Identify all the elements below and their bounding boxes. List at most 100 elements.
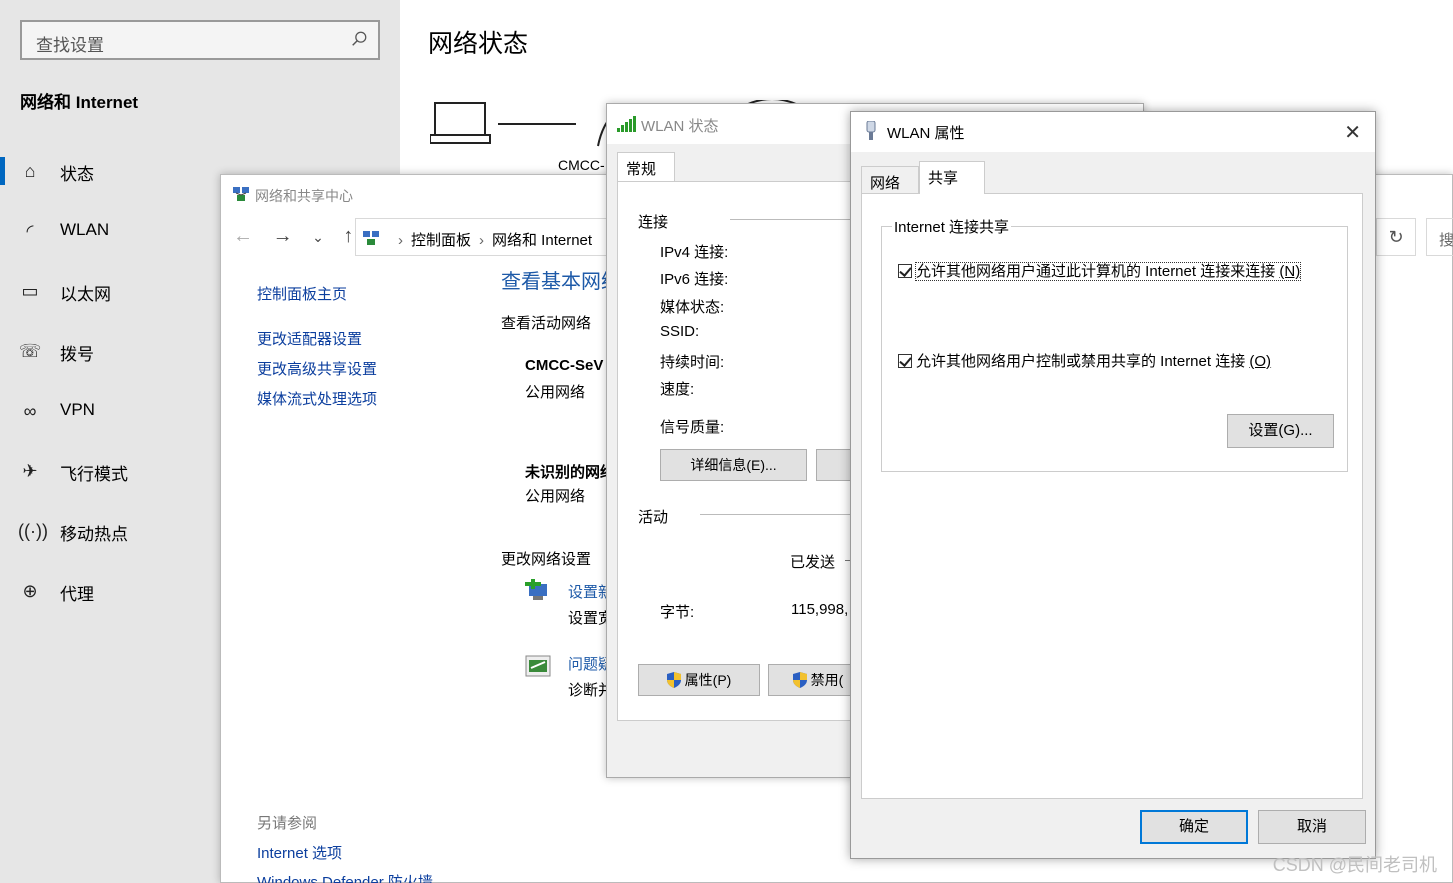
disable-button-label: 禁用( (810, 672, 844, 688)
title-bar: WLAN 属性 ✕ (851, 112, 1375, 152)
search-icon (352, 31, 367, 46)
sidebar-item-label: 以太网 (60, 285, 111, 304)
search-input[interactable]: 搜 (1426, 218, 1453, 256)
cancel-button[interactable]: 取消 (1258, 810, 1366, 844)
refresh-button[interactable]: ↻ (1376, 218, 1416, 256)
sidebar-item-label: WLAN (60, 220, 110, 239)
sidebar-item-label: VPN (60, 400, 95, 419)
watermark: CSDN @民间老司机 (1272, 855, 1437, 875)
window-title: 网络和共享中心 (255, 188, 353, 204)
ics-group-label: Internet 连接共享 (892, 216, 1012, 237)
window-title: WLAN 状态 (641, 118, 719, 135)
sidebar-item-hotspot[interactable]: ((·)) 移动热点 (0, 511, 220, 551)
sidebar-item-label: 飞行模式 (60, 465, 128, 484)
hotspot-icon: ((·)) (18, 521, 48, 541)
network-adapter-icon (866, 121, 876, 140)
sidebar-item-status[interactable]: ⌂ 状态 (0, 151, 220, 191)
chevron-right-icon: › (398, 232, 403, 249)
uac-shield-icon (666, 672, 681, 688)
sidebar-item-label: 移动热点 (60, 525, 128, 544)
sidebar-item-label: 拨号 (60, 345, 94, 364)
ethernet-icon: ▭ (21, 281, 39, 301)
link-advanced-sharing[interactable]: 更改高级共享设置 (257, 358, 377, 379)
page-title: 网络状态 (428, 30, 529, 58)
field-label: IPv4 连接: (660, 244, 729, 261)
network-type: 公用网络 (525, 488, 586, 505)
allow-connect-checkbox-row[interactable]: 允许其他网络用户通过此计算机的 Internet 连接来连接 (N) (898, 260, 1302, 281)
dialup-icon: ☏ (18, 341, 42, 361)
properties-button[interactable]: 属性(P) (638, 664, 760, 696)
chevron-right-icon: › (479, 232, 485, 249)
sidebar-item-wlan[interactable]: ◜ WLAN (0, 211, 220, 251)
connection-group-label: 连接 (638, 214, 669, 231)
signal-bars-icon (617, 116, 636, 132)
sidebar-section-title: 网络和 Internet (20, 93, 139, 112)
ok-button[interactable]: 确定 (1140, 810, 1248, 844)
sidebar-item-airplane[interactable]: ✈ 飞行模式 (0, 451, 220, 491)
forward-arrow-icon[interactable]: → (273, 225, 293, 248)
back-arrow-icon[interactable]: ← (233, 225, 253, 248)
network-center-icon (233, 187, 249, 201)
network-name-label: CMCC- (558, 157, 605, 173)
sent-label: 已发送 (790, 554, 836, 571)
link-defender-firewall[interactable]: Windows Defender 防火墙 (257, 871, 433, 883)
uac-shield-icon (792, 672, 807, 688)
field-label: 媒体状态: (660, 299, 725, 316)
field-label: 速度: (660, 381, 695, 398)
setup-connection-icon (525, 579, 547, 600)
sidebar-item-vpn[interactable]: ∞ VPN (0, 391, 220, 431)
up-arrow-icon[interactable]: ↑ (343, 225, 353, 248)
nav-buttons: ← → ⌄ ↑ (233, 225, 367, 248)
sidebar-item-proxy[interactable]: ⊕ 代理 (0, 571, 220, 611)
breadcrumb-network-internet[interactable]: 网络和 Internet (492, 232, 592, 249)
network-name: 未识别的网络 (525, 464, 616, 481)
link-internet-options[interactable]: Internet 选项 (257, 842, 342, 863)
tab-general[interactable]: 常规 (617, 152, 675, 182)
chevron-down-icon[interactable]: ⌄ (312, 229, 324, 246)
link-media-streaming[interactable]: 媒体流式处理选项 (257, 388, 377, 409)
link-control-panel-home[interactable]: 控制面板主页 (257, 283, 347, 304)
active-networks-label: 查看活动网络 (501, 315, 592, 332)
allow-control-checkbox-row[interactable]: 允许其他网络用户控制或禁用共享的 Internet 连接 (O) (898, 350, 1271, 371)
network-name: CMCC-SeV (525, 357, 604, 374)
sidebar-item-dialup[interactable]: ☏ 拨号 (0, 331, 220, 371)
allow-connect-checkbox[interactable] (898, 264, 912, 278)
bytes-label: 字节: (660, 604, 695, 621)
globe-icon: ⊕ (22, 581, 38, 601)
settings-search-input[interactable]: 查找设置 (20, 20, 380, 60)
field-label: 持续时间: (660, 354, 725, 371)
field-label: 信号质量: (660, 419, 725, 436)
ics-groupbox: Internet 连接共享 允许其他网络用户通过此计算机的 Internet 连… (881, 216, 1348, 472)
field-label: SSID: (660, 323, 700, 340)
wlan-properties-dialog: WLAN 属性 ✕ 网络 共享 Internet 连接共享 允许其他网络用户通过… (850, 111, 1376, 859)
link-change-adapter-settings[interactable]: 更改适配器设置 (257, 328, 362, 349)
field-label: IPv6 连接: (660, 271, 729, 288)
breadcrumb-control-panel[interactable]: 控制面板 (411, 232, 471, 249)
troubleshoot-icon (525, 655, 551, 677)
search-placeholder: 查找设置 (36, 36, 104, 55)
allow-connect-label: 允许其他网络用户通过此计算机的 Internet 连接来连接 (N) (914, 262, 1302, 281)
tab-sharing[interactable]: 共享 (919, 161, 985, 194)
control-panel-icon (363, 231, 379, 245)
laptop-icon (430, 102, 491, 144)
vpn-icon: ∞ (23, 401, 37, 421)
close-icon[interactable]: ✕ (1344, 120, 1361, 145)
activity-group-label: 活动 (638, 509, 669, 526)
allow-control-checkbox[interactable] (898, 354, 912, 368)
details-button[interactable]: 详细信息(E)... (660, 449, 807, 481)
ics-settings-button[interactable]: 设置(G)... (1227, 414, 1334, 448)
page-heading: 查看基本网络 (501, 271, 621, 293)
change-settings-label: 更改网络设置 (501, 551, 592, 568)
see-also-label: 另请参阅 (257, 815, 318, 832)
tab-networking[interactable]: 网络 (861, 166, 919, 194)
airplane-icon: ✈ (22, 461, 38, 481)
properties-button-label: 属性(P) (684, 672, 732, 688)
sharing-panel: Internet 连接共享 允许其他网络用户通过此计算机的 Internet 连… (861, 193, 1363, 799)
sidebar-item-label: 状态 (60, 165, 94, 184)
sidebar-item-ethernet[interactable]: ▭ 以太网 (0, 271, 220, 311)
window-title: WLAN 属性 (887, 125, 965, 142)
home-icon: ⌂ (24, 161, 36, 181)
wifi-icon: ◜ (26, 221, 34, 241)
bytes-sent-value: 115,998, (791, 601, 849, 618)
network-type: 公用网络 (525, 384, 586, 401)
